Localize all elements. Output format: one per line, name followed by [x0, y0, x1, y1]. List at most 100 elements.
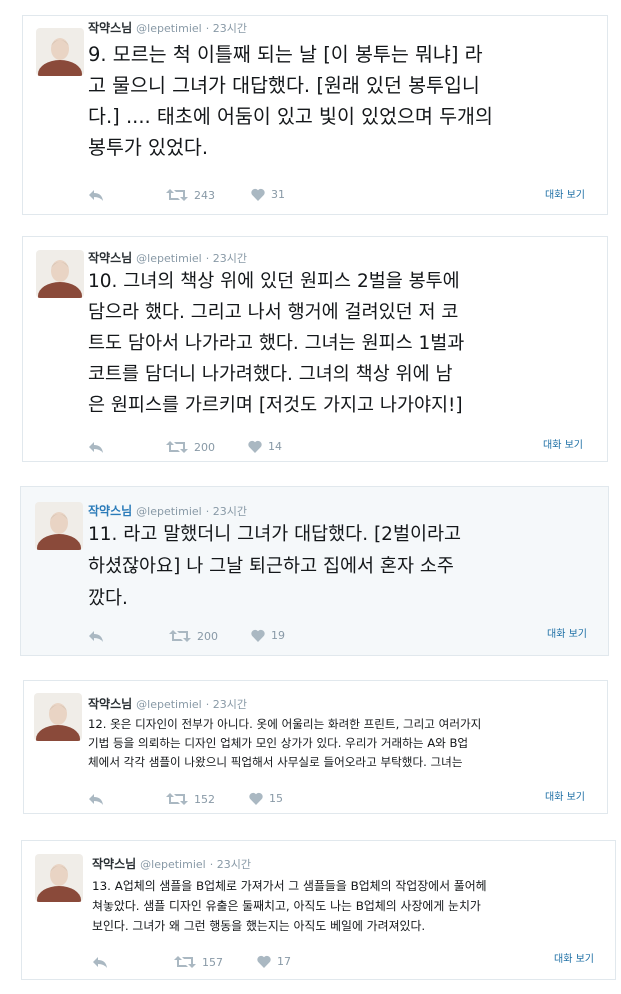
tweet-time[interactable]: · 23시간 — [210, 858, 251, 871]
tweet-header: 작약스님 @lepetimiel · 23시간 — [88, 502, 247, 520]
author-name[interactable]: 작약스님 — [88, 21, 132, 35]
tweet-text-line: 12. 옷은 디자인이 전부가 아니다. 옷에 어울리는 화려한 프린트, 그리… — [88, 717, 482, 731]
view-conversation-link[interactable]: 대화 보기 — [554, 950, 594, 965]
like-icon — [248, 440, 262, 453]
tweet-header: 작약스님 @lepetimiel · 23시간 — [92, 855, 251, 873]
reply-icon — [89, 442, 103, 453]
like-count: 31 — [271, 188, 285, 201]
avatar-image — [35, 502, 83, 550]
avatar[interactable] — [35, 502, 83, 550]
tweet-text-line: 은 원피스를 가르키며 [저것도 가지고 나가야지!] — [88, 395, 463, 416]
tweet-time[interactable]: · 23시간 — [206, 505, 247, 518]
tweet-text-line: 트도 담아서 나가라고 했다. 그녀는 원피스 1벌과 — [88, 333, 465, 354]
like-icon — [249, 792, 263, 805]
like-count: 19 — [271, 629, 285, 642]
retweet-icon — [166, 793, 188, 805]
author-handle[interactable]: @lepetimiel — [140, 858, 206, 871]
author-name[interactable]: 작약스님 — [88, 504, 132, 518]
retweet-icon — [166, 189, 188, 201]
reply-button[interactable] — [88, 188, 104, 202]
author-name[interactable]: 작약스님 — [92, 857, 136, 871]
tweet-text: 13. A업체의 샘플을 B업체로 가져가서 그 샘플들을 B업체의 작업장에서… — [92, 876, 487, 936]
tweet-header: 작약스님 @lepetimiel · 23시간 — [88, 249, 247, 267]
tweet-text-line: 고 물으니 그녀가 대답했다. [원래 있던 봉투입니 — [88, 74, 480, 97]
reply-button[interactable] — [88, 440, 104, 454]
tweet-time[interactable]: · 23시간 — [206, 252, 247, 265]
reply-button[interactable] — [88, 792, 104, 806]
tweet-header: 작약스님 @lepetimiel · 23시간 — [88, 19, 247, 37]
tweet-text: 12. 옷은 디자인이 전부가 아니다. 옷에 어울리는 화려한 프린트, 그리… — [88, 715, 481, 772]
view-conversation-link[interactable]: 대화 보기 — [543, 436, 583, 451]
tweet-text-line: 담으라 했다. 그리고 나서 행거에 걸려있던 저 코 — [88, 302, 459, 323]
retweet-button[interactable]: 200 — [169, 629, 218, 643]
tweet-text-line: 다.] .... 태초에 어둠이 있고 빛이 있었으며 두개의 — [88, 105, 493, 128]
like-button[interactable]: 15 — [249, 792, 283, 805]
like-count: 15 — [269, 792, 283, 805]
like-icon — [251, 188, 265, 201]
avatar-image — [36, 250, 84, 298]
tweet-text: 10. 그녀의 책상 위에 있던 원피스 2벌을 봉투에 담으라 했다. 그리고… — [88, 266, 464, 421]
retweet-count: 157 — [202, 955, 223, 969]
tweet-card[interactable]: 작약스님 @lepetimiel · 23시간 13. A업체의 샘플을 B업체로 … — [21, 840, 616, 980]
tweet-text: 11. 라고 말했더니 그녀가 대답했다. [2벌이라고 하셨잖아요] 나 그날… — [88, 519, 461, 615]
avatar[interactable] — [36, 250, 84, 298]
tweet-text-line: 13. A업체의 샘플을 B업체로 가져가서 그 샘플들을 B업체의 작업장에서… — [92, 879, 487, 893]
author-handle[interactable]: @lepetimiel — [136, 698, 202, 711]
author-handle[interactable]: @lepetimiel — [136, 22, 202, 35]
like-icon — [257, 955, 271, 968]
avatar-image — [34, 693, 82, 741]
tweet-time[interactable]: · 23시간 — [206, 698, 247, 711]
avatar-image — [36, 28, 84, 76]
like-count: 17 — [277, 955, 291, 968]
reply-icon — [93, 957, 107, 968]
avatar[interactable] — [35, 854, 83, 902]
like-button[interactable]: 17 — [257, 955, 291, 968]
tweet-time[interactable]: · 23시간 — [206, 22, 247, 35]
tweet-text-line: 코트를 담더니 나가려했다. 그녀의 책상 위에 남 — [88, 364, 453, 385]
avatar-image — [35, 854, 83, 902]
reply-icon — [89, 631, 103, 642]
reply-icon — [89, 190, 103, 201]
author-name[interactable]: 작약스님 — [88, 697, 132, 711]
tweet-header: 작약스님 @lepetimiel · 23시간 — [88, 695, 247, 713]
retweet-button[interactable]: 152 — [166, 792, 215, 806]
retweet-button[interactable]: 243 — [166, 188, 215, 202]
retweet-count: 152 — [194, 792, 215, 806]
reply-button[interactable] — [88, 629, 104, 643]
view-conversation-link[interactable]: 대화 보기 — [547, 625, 587, 640]
tweet-card[interactable]: 작약스님 @lepetimiel · 23시간 11. 라고 말했더니 그녀가 대답… — [20, 486, 609, 656]
tweet-text-line: 쳐놓았다. 샘플 디자인 유출은 둘째치고, 아직도 나는 B업체의 사장에게 … — [92, 899, 481, 913]
author-handle[interactable]: @lepetimiel — [136, 252, 202, 265]
avatar[interactable] — [36, 28, 84, 76]
retweet-icon — [166, 441, 188, 453]
tweet-text-line: 봉투가 있었다. — [88, 136, 209, 159]
reply-icon — [89, 794, 103, 805]
avatar[interactable] — [34, 693, 82, 741]
view-conversation-link[interactable]: 대화 보기 — [545, 186, 585, 201]
retweet-icon — [174, 956, 196, 968]
tweet-text-line: 보인다. 그녀가 왜 그런 행동을 했는지는 아직도 베일에 가려져있다. — [92, 919, 426, 933]
tweet-text-line: 하셨잖아요] 나 그날 퇴근하고 집에서 혼자 소주 — [88, 556, 454, 577]
retweet-count: 200 — [197, 629, 218, 643]
author-handle[interactable]: @lepetimiel — [136, 505, 202, 518]
like-button[interactable]: 14 — [248, 440, 282, 453]
tweet-text-line: 체에서 각각 샘플이 나왔으니 픽업해서 사무실로 들어오라고 부탁했다. 그녀… — [88, 755, 463, 769]
tweet-text-line: 9. 모르는 척 이틀째 되는 날 [이 봉투는 뭐냐] 라 — [88, 43, 483, 66]
tweet-text: 9. 모르는 척 이틀째 되는 날 [이 봉투는 뭐냐] 라 고 물으니 그녀가… — [88, 39, 493, 163]
reply-button[interactable] — [92, 955, 108, 969]
retweet-button[interactable]: 157 — [174, 955, 223, 969]
like-button[interactable]: 19 — [251, 629, 285, 642]
author-name[interactable]: 작약스님 — [88, 251, 132, 265]
retweet-count: 200 — [194, 440, 215, 454]
like-button[interactable]: 31 — [251, 188, 285, 201]
tweet-text-line: 10. 그녀의 책상 위에 있던 원피스 2벌을 봉투에 — [88, 271, 460, 292]
tweet-text-line: 깠다. — [88, 588, 128, 609]
tweet-card[interactable]: 작약스님 @lepetimiel · 23시간 9. 모르는 척 이틀째 되는 날 … — [22, 15, 608, 215]
tweet-text-line: 11. 라고 말했더니 그녀가 대답했다. [2벌이라고 — [88, 524, 462, 545]
view-conversation-link[interactable]: 대화 보기 — [545, 788, 585, 803]
retweet-count: 243 — [194, 188, 215, 202]
retweet-button[interactable]: 200 — [166, 440, 215, 454]
like-icon — [251, 629, 265, 642]
tweet-card[interactable]: 작약스님 @lepetimiel · 23시간 12. 옷은 디자인이 전부가 아니… — [23, 680, 608, 814]
tweet-card[interactable]: 작약스님 @lepetimiel · 23시간 10. 그녀의 책상 위에 있던 원… — [22, 236, 608, 462]
